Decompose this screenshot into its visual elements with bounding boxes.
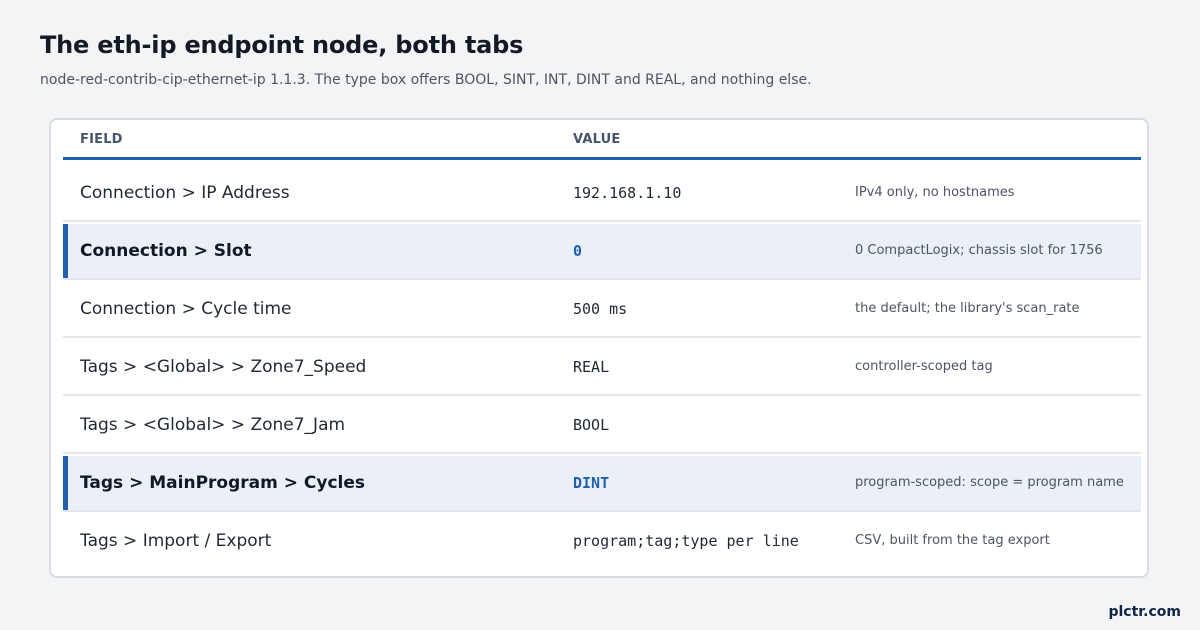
value-cell: 500 ms xyxy=(573,300,628,318)
note-cell: controller-scoped tag xyxy=(855,359,993,374)
table-row: Connection > IP Address 192.168.1.10 IPv… xyxy=(63,166,1141,222)
column-header-value: VALUE xyxy=(573,132,621,147)
brand-logo-text[interactable]: plctr.com xyxy=(1108,604,1181,620)
value-cell: REAL xyxy=(573,358,610,376)
value-cell: 0 xyxy=(573,242,583,260)
table-row: Connection > Slot 0 0 CompactLogix; chas… xyxy=(63,224,1141,280)
note-cell: the default; the library's scan_rate xyxy=(855,301,1080,316)
table-body: Connection > IP Address 192.168.1.10 IPv… xyxy=(63,166,1141,570)
field-cell: Tags > MainProgram > Cycles xyxy=(80,473,366,493)
column-header-field: FIELD xyxy=(80,132,123,147)
note-cell: 0 CompactLogix; chassis slot for 1756 xyxy=(855,243,1103,258)
table-row: Tags > <Global> > Zone7_Speed REAL contr… xyxy=(63,340,1141,396)
settings-table: FIELD VALUE Connection > IP Address 192.… xyxy=(49,118,1149,578)
table-row: Tags > <Global> > Zone7_Jam BOOL xyxy=(63,398,1141,454)
value-cell: program;tag;type per line xyxy=(573,532,799,550)
value-cell: BOOL xyxy=(573,416,610,434)
field-cell: Connection > Slot xyxy=(80,241,252,261)
field-cell: Connection > IP Address xyxy=(80,183,290,203)
table-row: Tags > Import / Export program;tag;type … xyxy=(63,514,1141,568)
table-header: FIELD VALUE xyxy=(63,120,1141,160)
field-cell: Tags > <Global> > Zone7_Jam xyxy=(80,415,346,435)
note-cell: program-scoped: scope = program name xyxy=(855,475,1124,490)
page-subtitle: node-red-contrib-cip-ethernet-ip 1.1.3. … xyxy=(40,72,812,88)
field-cell: Connection > Cycle time xyxy=(80,299,292,319)
field-cell: Tags > <Global> > Zone7_Speed xyxy=(80,357,367,377)
note-cell: IPv4 only, no hostnames xyxy=(855,185,1015,200)
table-row: Tags > MainProgram > Cycles DINT program… xyxy=(63,456,1141,512)
note-cell: CSV, built from the tag export xyxy=(855,533,1050,548)
value-cell: DINT xyxy=(573,474,610,492)
value-cell: 192.168.1.10 xyxy=(573,184,682,202)
table-row: Connection > Cycle time 500 ms the defau… xyxy=(63,282,1141,338)
page-title: The eth-ip endpoint node, both tabs xyxy=(40,31,524,59)
field-cell: Tags > Import / Export xyxy=(80,531,272,551)
